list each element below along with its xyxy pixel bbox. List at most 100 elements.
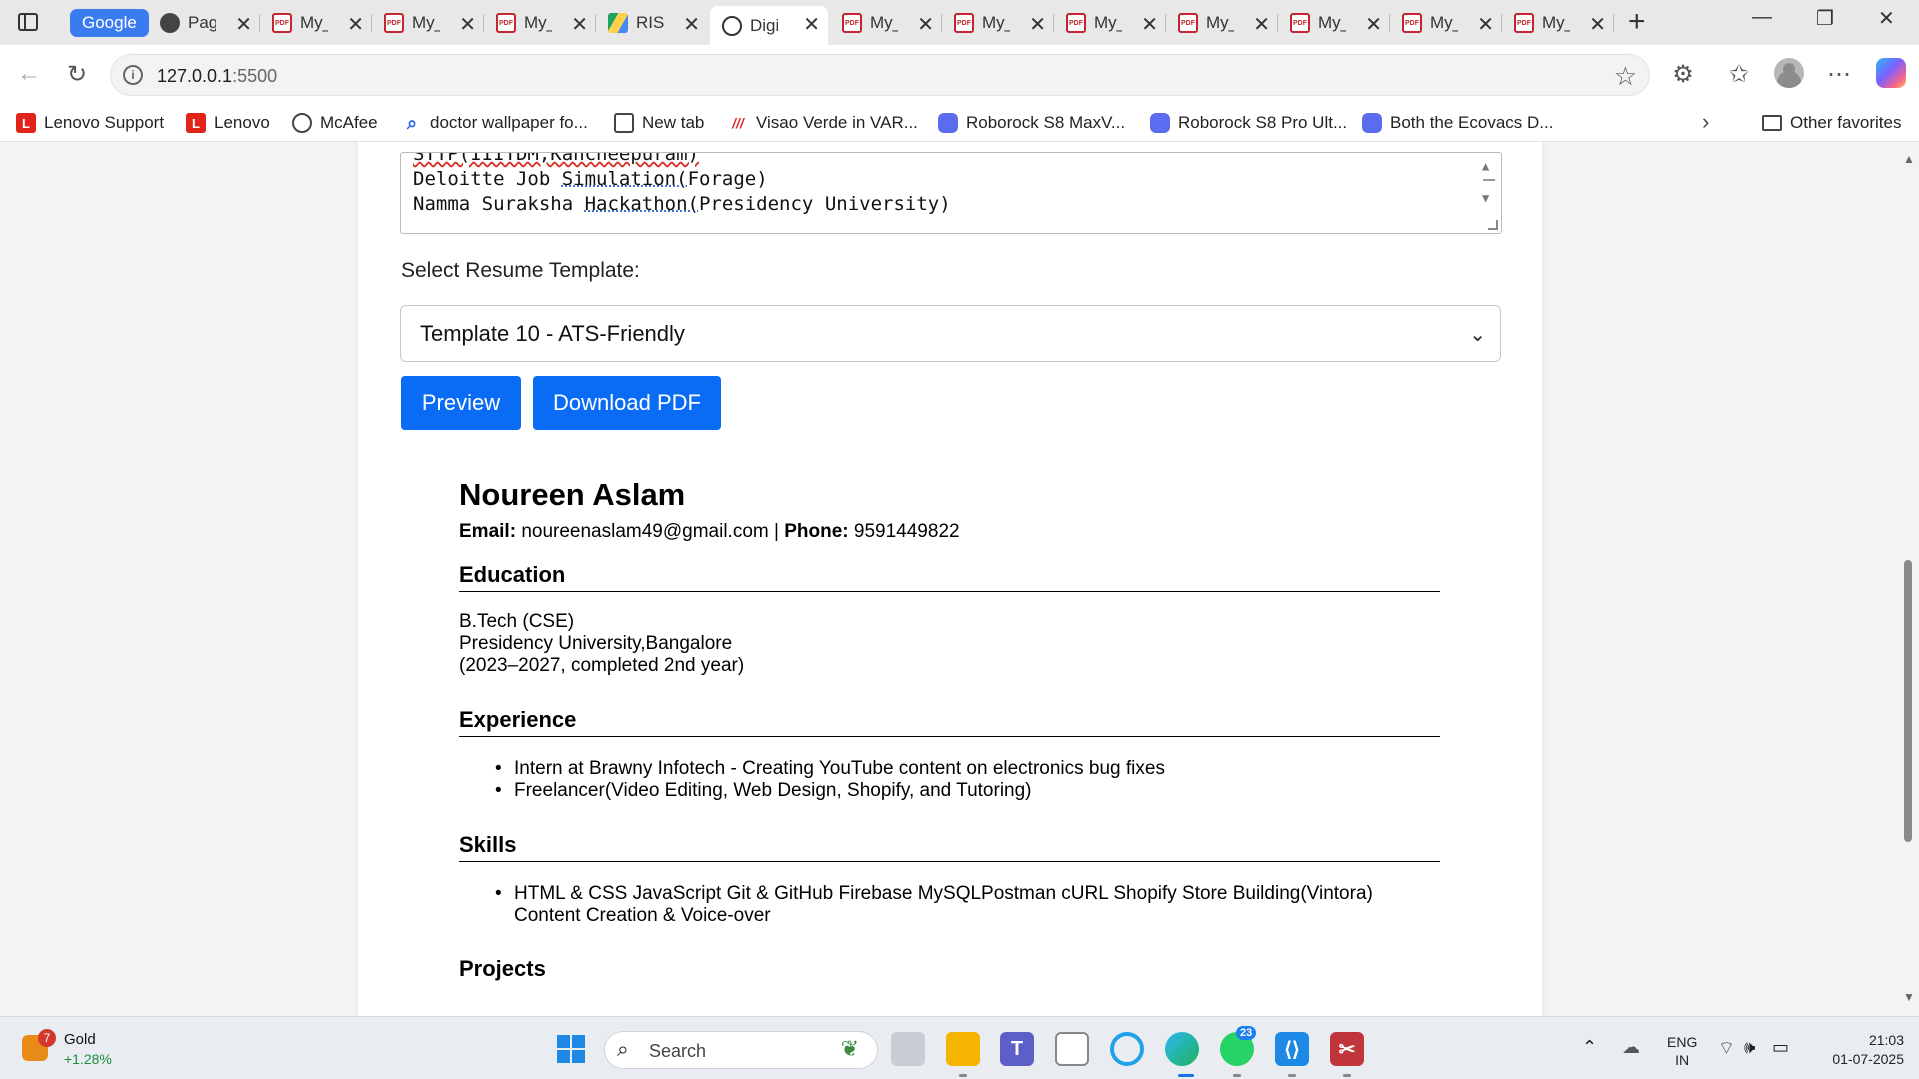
contact-separator: | [774,521,779,542]
preview-button[interactable]: Preview [401,376,521,430]
edge-icon[interactable] [1165,1032,1199,1066]
tab-pdf[interactable]: PDF My_ ✕ [372,6,484,40]
close-icon[interactable]: ✕ [1141,12,1158,37]
scroll-thumb[interactable] [1483,179,1495,181]
download-pdf-button[interactable]: Download PDF [533,376,721,430]
task-view-icon[interactable] [891,1032,925,1066]
gold-widget[interactable]: 7 Gold +1.28% [22,1029,142,1071]
extensions-icon[interactable]: ⚙ [1668,59,1698,89]
battery-icon[interactable]: ▭ [1772,1037,1789,1058]
tab-active[interactable]: Digi ✕ [710,6,828,45]
close-icon[interactable]: ✕ [917,12,934,37]
textarea-text: Simulation( [561,168,688,190]
favorite-item[interactable]: Roborock S8 MaxV... [938,111,1125,135]
close-icon[interactable]: ✕ [1365,12,1382,37]
close-icon[interactable]: ✕ [1253,12,1270,37]
vscode-icon[interactable]: ⟨⟩ [1275,1032,1309,1066]
refresh-icon[interactable]: ↻ [62,59,92,89]
favorite-item[interactable]: New tab [614,111,704,135]
close-icon[interactable]: ✕ [1477,12,1494,37]
restore-icon[interactable]: ❐ [1816,6,1834,31]
wifi-icon[interactable]: ⌔ [1718,1037,1735,1060]
tab-pdf[interactable]: PDF My_ ✕ [1502,6,1614,40]
scroll-thumb[interactable] [1904,560,1912,842]
tab-pdf[interactable]: PDF My_ ✕ [942,6,1054,40]
scroll-down-icon[interactable]: ▼ [1482,191,1489,205]
whatsapp-icon[interactable]: 23 [1220,1026,1257,1066]
alexa-icon[interactable] [1110,1032,1144,1066]
favorite-item[interactable]: Roborock S8 Pro Ult... [1150,111,1347,135]
file-explorer-icon[interactable] [946,1032,980,1066]
new-tab-icon[interactable]: + [1628,5,1646,39]
favorite-item[interactable]: ⌕ doctor wallpaper fo... [402,111,588,135]
scroll-down-icon[interactable]: ▼ [1903,990,1915,1004]
url-text[interactable]: 127.0.0.1:5500 [157,66,277,87]
chevron-right-icon[interactable]: › [1702,109,1709,135]
resize-grip-icon[interactable] [1488,220,1498,230]
favorite-label: McAfee [320,113,378,132]
address-bar[interactable]: i 127.0.0.1:5500 ☆ [110,54,1650,96]
achievements-textarea[interactable]: STTP(IIITDM,Kancheepuram) Deloitte Job S… [400,152,1502,234]
whatsapp-badge: 23 [1236,1026,1257,1040]
favorite-item[interactable]: /// Visao Verde in VAR... [728,111,918,135]
tab-group-google[interactable]: Google [70,9,149,37]
copilot-icon[interactable] [1876,58,1906,88]
close-icon[interactable]: ✕ [803,12,820,37]
scroll-up-icon[interactable]: ▲ [1903,152,1915,166]
taskbar-search[interactable]: ⌕ Search ❦ [604,1031,878,1069]
minimize-icon[interactable]: — [1752,6,1772,29]
system-clock[interactable]: 21:03 01-07-2025 [1818,1031,1904,1069]
page-scrollbar[interactable]: ▲ ▼ [1897,142,1919,1016]
template-select[interactable]: Template 10 - ATS-Friendly ⌄ [400,305,1501,362]
education-line: Presidency University,Bangalore [459,633,733,654]
favorites-icon[interactable]: ✩ [1724,59,1754,89]
language-indicator[interactable]: ENG IN [1667,1033,1697,1069]
tab-title: My_ [412,13,440,32]
tab-actions-icon[interactable] [14,9,42,35]
close-icon[interactable]: ✕ [1029,12,1046,37]
start-icon[interactable] [554,1032,588,1066]
favorite-item[interactable]: L Lenovo Support [16,111,164,135]
pdf-icon: PDF [1066,13,1086,33]
tab-drive[interactable]: RISE ✕ [596,6,708,40]
tab-pdf[interactable]: PDF My_ ✕ [1166,6,1278,40]
close-icon[interactable]: ✕ [347,12,364,37]
site-info-icon[interactable]: i [123,65,143,85]
close-window-icon[interactable]: ✕ [1878,6,1895,31]
search-icon: ⌕ [406,112,418,133]
tab-pdf[interactable]: PDF My_ ✕ [1054,6,1166,40]
favorite-item[interactable]: Both the Ecovacs D... [1362,111,1553,135]
chevron-down-icon: ⌄ [1469,324,1486,346]
clock-date: 01-07-2025 [1832,1051,1904,1067]
tab-pdf[interactable]: PDF My_ ✕ [1390,6,1502,40]
more-menu-icon[interactable]: ⋯ [1824,59,1854,89]
volume-icon[interactable]: 🕪 [1744,1037,1755,1058]
tab-pdf[interactable]: PDF My_ ✕ [830,6,942,40]
close-icon[interactable]: ✕ [1589,12,1606,37]
close-icon[interactable]: ✕ [683,12,700,37]
teams-icon[interactable]: T [1000,1032,1034,1066]
back-icon[interactable]: ← [14,59,44,89]
favorite-label: doctor wallpaper fo... [430,113,588,132]
phone-label: Phone: [784,521,849,542]
scroll-up-icon[interactable]: ▲ [1482,159,1489,173]
onedrive-cloud-icon[interactable]: ☁ [1622,1037,1640,1058]
tab-pdf[interactable]: PDF My_ ✕ [1278,6,1390,40]
chevron-up-icon[interactable]: ⌃ [1582,1037,1597,1058]
running-indicator [1178,1074,1194,1077]
tab-github[interactable]: Page ✕ [148,6,260,40]
close-icon[interactable]: ✕ [571,12,588,37]
tab-pdf[interactable]: PDF My_ ✕ [484,6,596,40]
education-heading: Education [459,562,566,587]
close-icon[interactable]: ✕ [235,12,252,37]
close-icon[interactable]: ✕ [459,12,476,37]
snipping-tool-icon[interactable]: ✂ [1330,1032,1364,1066]
favorite-star-icon[interactable]: ☆ [1614,61,1637,92]
other-favorites[interactable]: Other favorites [1762,111,1902,135]
tab-pdf[interactable]: PDF My_ ✕ [260,6,372,40]
store-icon[interactable] [1055,1032,1089,1066]
favorite-item[interactable]: L Lenovo [186,111,270,135]
tab-strip: Google Page ✕ PDF My_ ✕ PDF My_ ✕ PDF My… [0,0,1919,45]
favorite-item[interactable]: McAfee [292,111,378,135]
profile-avatar[interactable] [1774,58,1804,88]
